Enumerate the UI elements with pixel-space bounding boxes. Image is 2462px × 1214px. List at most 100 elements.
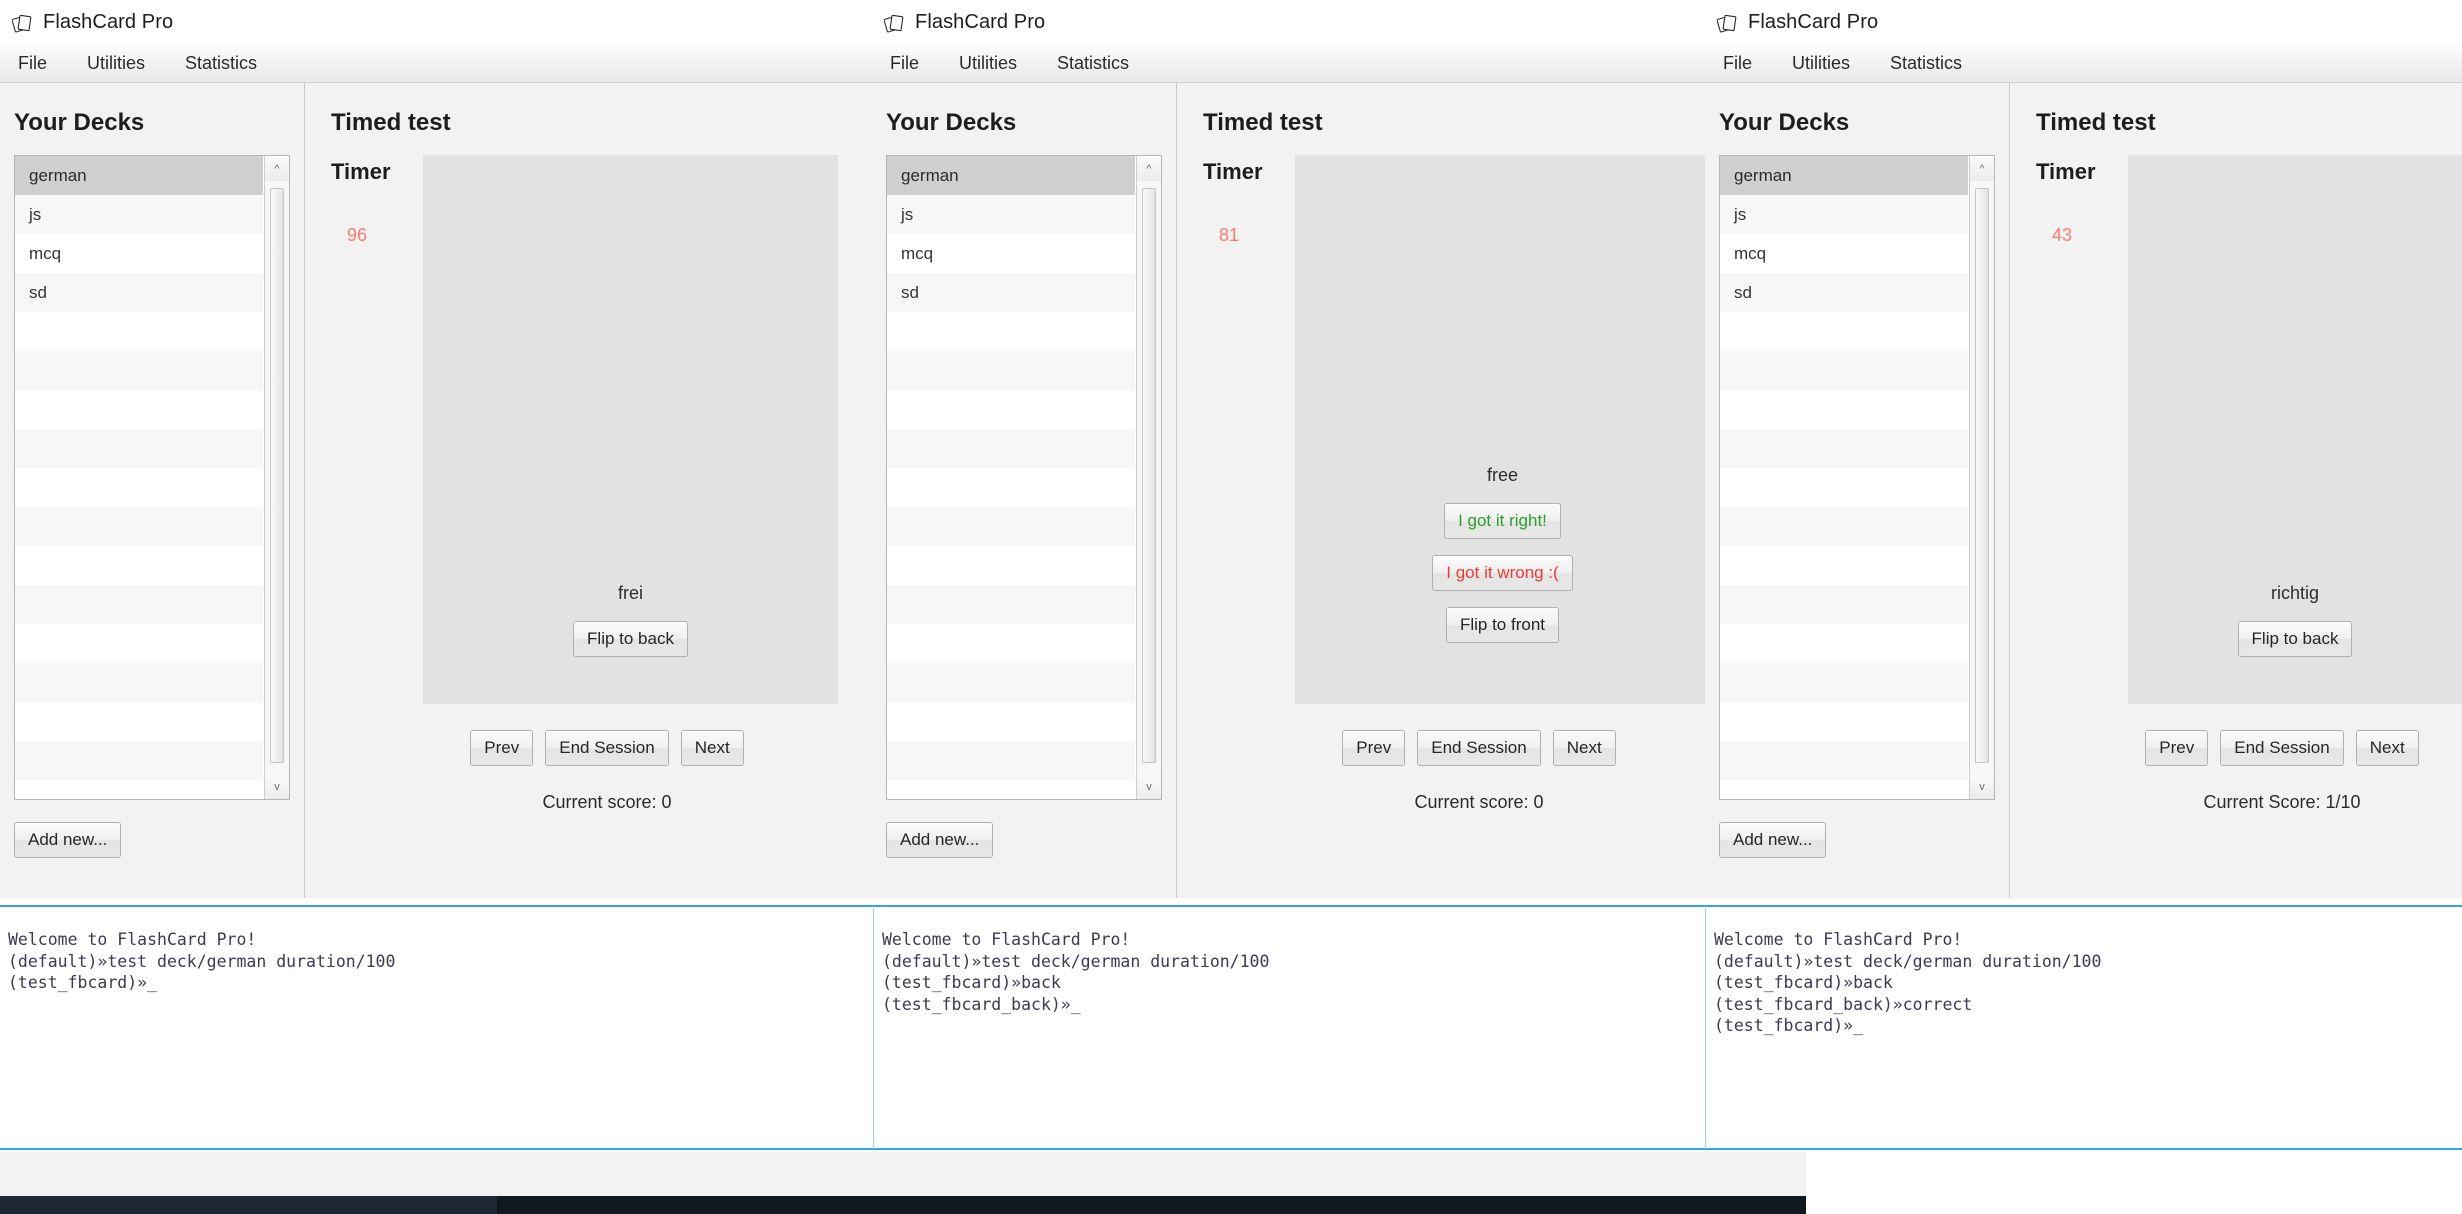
flip-card-button[interactable]: Flip to back <box>573 621 688 657</box>
deck-item-empty <box>887 741 1135 780</box>
scrollbar-thumb[interactable] <box>270 188 284 763</box>
menu-file[interactable]: File <box>1719 51 1756 76</box>
deck-item-empty <box>887 546 1135 585</box>
deck-item-sd[interactable]: sd <box>15 273 263 312</box>
menu-utilities[interactable]: Utilities <box>1788 51 1854 76</box>
menu-statistics[interactable]: Statistics <box>181 51 261 76</box>
card-content: free I got it right! I got it wrong :( F… <box>1295 465 1710 643</box>
deck-item-empty <box>887 390 1135 429</box>
prev-button[interactable]: Prev <box>2145 730 2209 766</box>
deck-list-2[interactable]: german js mcq sd ^ v <box>886 155 1162 800</box>
card-content: richtig Flip to back <box>2128 583 2462 657</box>
next-button[interactable]: Next <box>1552 730 1616 766</box>
deck-list-scrollbar[interactable]: ^ v <box>1969 156 1994 799</box>
deck-item-mcq[interactable]: mcq <box>887 234 1135 273</box>
deck-item-mcq[interactable]: mcq <box>1720 234 1968 273</box>
got-it-right-button[interactable]: I got it right! <box>1444 503 1561 539</box>
deck-item-empty <box>887 624 1135 663</box>
deck-item-empty <box>887 429 1135 468</box>
scroll-up-icon[interactable]: ^ <box>1137 156 1161 181</box>
taskbar-active-region <box>497 1196 1806 1214</box>
scroll-down-icon[interactable]: v <box>265 774 289 799</box>
deck-item-empty <box>15 663 263 702</box>
deck-item-js[interactable]: js <box>887 195 1135 234</box>
deck-item-german[interactable]: german <box>15 156 263 195</box>
next-button[interactable]: Next <box>680 730 744 766</box>
deck-item-empty <box>15 624 263 663</box>
deck-item-empty <box>15 312 263 351</box>
decks-pane-3: Your Decks german js mcq sd ^ v Add new.… <box>1705 83 2010 898</box>
flip-card-button[interactable]: Flip to back <box>2237 621 2353 657</box>
console-panel-2[interactable]: Welcome to FlashCard Pro! (default)»test… <box>874 905 1706 1150</box>
deck-item-sd[interactable]: sd <box>887 273 1135 312</box>
console-output: Welcome to FlashCard Pro! (default)»test… <box>1714 930 2102 1035</box>
flip-card-button[interactable]: Flip to front <box>1445 607 1560 643</box>
deck-item-german[interactable]: german <box>887 156 1135 195</box>
add-new-deck-button[interactable]: Add new... <box>1719 822 1827 858</box>
deck-list-3[interactable]: german js mcq sd ^ v <box>1719 155 1995 800</box>
scroll-down-icon[interactable]: v <box>1137 774 1161 799</box>
end-session-button[interactable]: End Session <box>1417 730 1541 766</box>
app-window-3: FlashCard Pro File Utilities Statistics … <box>1705 0 2462 898</box>
scroll-down-icon[interactable]: v <box>1970 774 1994 799</box>
menu-file[interactable]: File <box>886 51 923 76</box>
decks-pane-2: Your Decks german js mcq sd ^ v Add new.… <box>872 83 1177 898</box>
deck-rows: german js mcq sd <box>1720 156 1968 799</box>
console-output: Welcome to FlashCard Pro! (default)»test… <box>882 930 1270 1014</box>
deck-item-empty <box>1720 780 1968 799</box>
deck-item-german[interactable]: german <box>1720 156 1968 195</box>
deck-item-empty <box>15 585 263 624</box>
got-it-wrong-button[interactable]: I got it wrong :( <box>1432 555 1573 591</box>
deck-item-empty <box>15 351 263 390</box>
menu-statistics[interactable]: Statistics <box>1053 51 1133 76</box>
deck-item-empty <box>1720 312 1968 351</box>
scrollbar-thumb[interactable] <box>1975 188 1989 763</box>
next-button[interactable]: Next <box>2355 730 2419 766</box>
card-face-text: richtig <box>2270 583 2319 603</box>
flashcard-area-2: free I got it right! I got it wrong :( F… <box>1295 155 1710 704</box>
scrollbar-thumb[interactable] <box>1142 188 1156 763</box>
menu-statistics[interactable]: Statistics <box>1886 51 1966 76</box>
session-nav-1: Prev End Session Next <box>397 730 817 766</box>
menu-utilities[interactable]: Utilities <box>83 51 149 76</box>
deck-item-empty <box>887 351 1135 390</box>
deck-item-empty <box>887 585 1135 624</box>
scroll-up-icon[interactable]: ^ <box>1970 156 1994 181</box>
console-panel-3[interactable]: Welcome to FlashCard Pro! (default)»test… <box>1706 905 2462 1150</box>
deck-item-mcq[interactable]: mcq <box>15 234 263 273</box>
add-new-deck-button[interactable]: Add new... <box>14 822 122 858</box>
timer-column: Timer 43 <box>2036 155 2128 704</box>
menu-file[interactable]: File <box>14 51 51 76</box>
test-body-3: Timer 43 richtig Flip to back <box>2010 155 2462 704</box>
deck-item-js[interactable]: js <box>15 195 263 234</box>
end-session-button[interactable]: End Session <box>2220 730 2344 766</box>
menu-utilities[interactable]: Utilities <box>955 51 1021 76</box>
deck-list-scrollbar[interactable]: ^ v <box>1136 156 1161 799</box>
end-session-button[interactable]: End Session <box>545 730 669 766</box>
session-nav-3: Prev End Session Next <box>2102 730 2462 766</box>
deck-item-js[interactable]: js <box>1720 195 1968 234</box>
console-output: Welcome to FlashCard Pro! (default)»test… <box>8 930 396 992</box>
prev-button[interactable]: Prev <box>1342 730 1406 766</box>
card-buttons: Flip to back <box>2237 621 2353 657</box>
menubar-3: File Utilities Statistics <box>1705 45 2462 83</box>
cards-icon <box>1716 13 1739 33</box>
prev-button[interactable]: Prev <box>470 730 534 766</box>
deck-list-1[interactable]: german js mcq sd ^ v <box>14 155 290 800</box>
deck-item-empty <box>1720 507 1968 546</box>
console-panel-1[interactable]: Welcome to FlashCard Pro! (default)»test… <box>0 905 874 1150</box>
deck-item-sd[interactable]: sd <box>1720 273 1968 312</box>
deck-item-empty <box>1720 741 1968 780</box>
deck-list-scrollbar[interactable]: ^ v <box>264 156 289 799</box>
add-new-deck-button[interactable]: Add new... <box>886 822 994 858</box>
decks-heading: Your Decks <box>1719 109 1850 136</box>
bottom-strip-right <box>1806 1152 2462 1204</box>
deck-item-empty <box>1720 702 1968 741</box>
cards-icon <box>11 13 34 33</box>
card-buttons: I got it right! I got it wrong :( Flip t… <box>1432 503 1573 643</box>
card-face-text: frei <box>617 583 643 603</box>
current-score-1: Current score: 0 <box>542 792 672 812</box>
timer-label: Timer <box>331 159 391 184</box>
scroll-up-icon[interactable]: ^ <box>265 156 289 181</box>
current-score-2: Current score: 0 <box>1414 792 1544 812</box>
